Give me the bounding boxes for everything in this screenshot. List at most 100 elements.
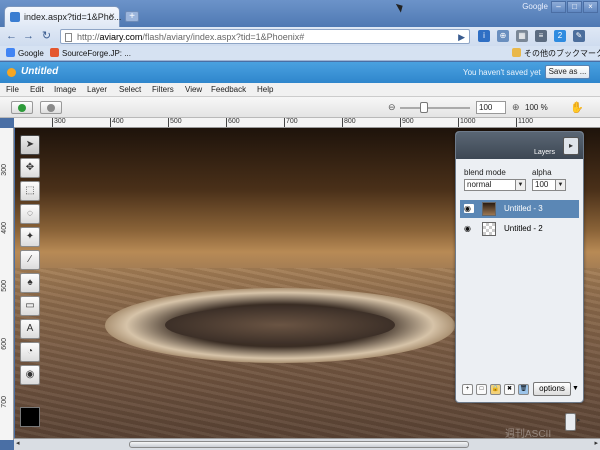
menu-help[interactable]: Help [257, 85, 273, 94]
browser-tab[interactable]: index.aspx?tid=1&Pho... × [4, 6, 122, 27]
google-favicon-icon [6, 48, 15, 57]
ruler-tick: 500 [1, 280, 8, 292]
alpha-label: alpha [532, 168, 552, 177]
panel-toggle-button[interactable] [565, 413, 576, 431]
menu-edit[interactable]: Edit [30, 85, 44, 94]
layers-title: Layers [533, 149, 555, 156]
panel-menu-button[interactable]: ▸ [563, 137, 579, 155]
lock-icon[interactable]: 🔒 [490, 384, 501, 395]
tool-palette: ➤ ✥ ⬚ ◌ ✦ ∕ ♠ ▭ A ◔ ◉ [20, 135, 42, 388]
burn-tool[interactable]: ◉ [20, 365, 40, 385]
go-arrow-icon[interactable]: ▶ [458, 32, 465, 43]
unsaved-message: You haven't saved yet [463, 68, 541, 77]
info-extension-icon[interactable]: i [478, 30, 490, 42]
aviary-favicon-icon [10, 12, 20, 22]
menu-feedback[interactable]: Feedback [211, 85, 246, 94]
clear-layer-icon[interactable]: ✖ [504, 384, 515, 395]
options-arrow-icon[interactable]: ▼ [572, 382, 580, 396]
close-tab-icon[interactable]: × [109, 11, 115, 22]
layer-item[interactable]: ◉ Untitled - 2 [460, 220, 579, 238]
eye-icon[interactable]: ◉ [464, 224, 474, 233]
fill-tool[interactable]: ♠ [20, 273, 40, 293]
globe-extension-icon[interactable]: ⊕ [497, 30, 509, 42]
eraser-tool[interactable]: ▭ [20, 296, 40, 316]
back-button[interactable]: ← [5, 30, 18, 43]
zoom-slider-handle[interactable] [420, 102, 428, 113]
reload-button[interactable]: ↻ [40, 30, 53, 43]
save-as-button[interactable]: Save as ... [545, 65, 590, 79]
zoom-in-icon[interactable]: ⊕ [512, 102, 522, 112]
aviary-logo-icon [7, 68, 16, 77]
panel-toggle-arrow-icon[interactable]: ▸ [577, 416, 581, 424]
eye-icon[interactable]: ◉ [464, 204, 474, 213]
layer-name: Untitled - 2 [504, 224, 543, 233]
layer-name: Untitled - 3 [504, 204, 543, 213]
select-tool[interactable]: ➤ [20, 135, 40, 155]
other-bookmarks[interactable]: その他のブックマーク [512, 48, 600, 59]
scroll-right-icon[interactable]: ▸ [594, 439, 598, 447]
document-title: Untitled [21, 66, 59, 77]
redo-button[interactable] [40, 101, 62, 114]
scroll-left-icon[interactable]: ◂ [16, 439, 20, 447]
undo-button[interactable] [11, 101, 33, 114]
minimize-button[interactable]: – [551, 1, 566, 13]
window-controls: – □ × [551, 1, 598, 13]
alpha-value: 100 [535, 180, 549, 189]
address-bar[interactable]: http://aviary.com/flash/aviary/index.asp… [60, 29, 470, 44]
app-toolbar: ⊖ 100 ⊕ 100 % ✋ [0, 97, 600, 118]
ruler-tick: 1100 [516, 118, 533, 127]
magic-wand-tool[interactable]: ✦ [20, 227, 40, 247]
page-menu-icon[interactable]: ≡ [535, 30, 547, 42]
new-tab-button[interactable]: + [125, 11, 139, 22]
maximize-button[interactable]: □ [567, 1, 582, 13]
lasso-tool[interactable]: ◌ [20, 204, 40, 224]
bookmark-google[interactable]: Google [6, 48, 44, 58]
layer-actions: + □ 🔒 ✖ 🗑 [462, 384, 529, 395]
crater-floor [165, 306, 395, 344]
brush-tool[interactable]: ∕ [20, 250, 40, 270]
vertical-ruler: 300 400 500 600 700 [0, 128, 14, 440]
menu-file[interactable]: File [6, 85, 19, 94]
page-icon [65, 33, 72, 42]
watermark: 週刊ASCII [505, 429, 552, 440]
hand-tool-icon[interactable]: ✋ [570, 101, 584, 114]
blend-mode-select[interactable]: normal ▼ [464, 179, 526, 191]
ruler-tick: 600 [226, 118, 240, 127]
wrench-icon[interactable]: ✎ [573, 30, 585, 42]
counter-extension-icon[interactable]: 2 [554, 30, 566, 42]
ruler-tick: 800 [342, 118, 356, 127]
duplicate-layer-icon[interactable]: □ [476, 384, 487, 395]
bookmark-sourceforge[interactable]: SourceForge.JP: ... [50, 48, 131, 58]
move-tool[interactable]: ✥ [20, 158, 40, 178]
close-window-button[interactable]: × [583, 1, 598, 13]
options-button[interactable]: options [533, 382, 571, 396]
ruler-tick: 400 [1, 222, 8, 234]
ruler-tick: 500 [168, 118, 182, 127]
menu-view[interactable]: View [185, 85, 202, 94]
delete-layer-icon[interactable]: 🗑 [518, 384, 529, 395]
mouse-cursor-icon [395, 1, 406, 13]
scrollbar-thumb[interactable] [129, 441, 469, 448]
zoom-out-icon[interactable]: ⊖ [388, 102, 398, 112]
forward-button[interactable]: → [22, 30, 35, 43]
zoom-input[interactable]: 100 [476, 101, 506, 114]
ruler-tick: 900 [400, 118, 414, 127]
tab-title: index.aspx?tid=1&Pho... [24, 12, 122, 22]
ruler-tick: 300 [52, 118, 66, 127]
marquee-tool[interactable]: ⬚ [20, 181, 40, 201]
menu-image[interactable]: Image [54, 85, 76, 94]
alpha-select[interactable]: 100 ▼ [532, 179, 566, 191]
browser-titlebar: index.aspx?tid=1&Pho... × + Google – □ × [0, 0, 600, 27]
menu-layer[interactable]: Layer [87, 85, 107, 94]
zoom-slider-track[interactable] [400, 107, 470, 109]
text-tool[interactable]: A [20, 319, 40, 339]
menu-select[interactable]: Select [119, 85, 141, 94]
menu-filters[interactable]: Filters [152, 85, 174, 94]
grid-extension-icon[interactable]: ▦ [516, 30, 528, 42]
ruler-tick: 400 [110, 118, 124, 127]
foreground-color-swatch[interactable] [20, 407, 40, 427]
layer-item[interactable]: ◉ Untitled - 3 [460, 200, 579, 218]
new-layer-icon[interactable]: + [462, 384, 473, 395]
folder-icon [512, 48, 521, 57]
dodge-tool[interactable]: ◔ [20, 342, 40, 362]
